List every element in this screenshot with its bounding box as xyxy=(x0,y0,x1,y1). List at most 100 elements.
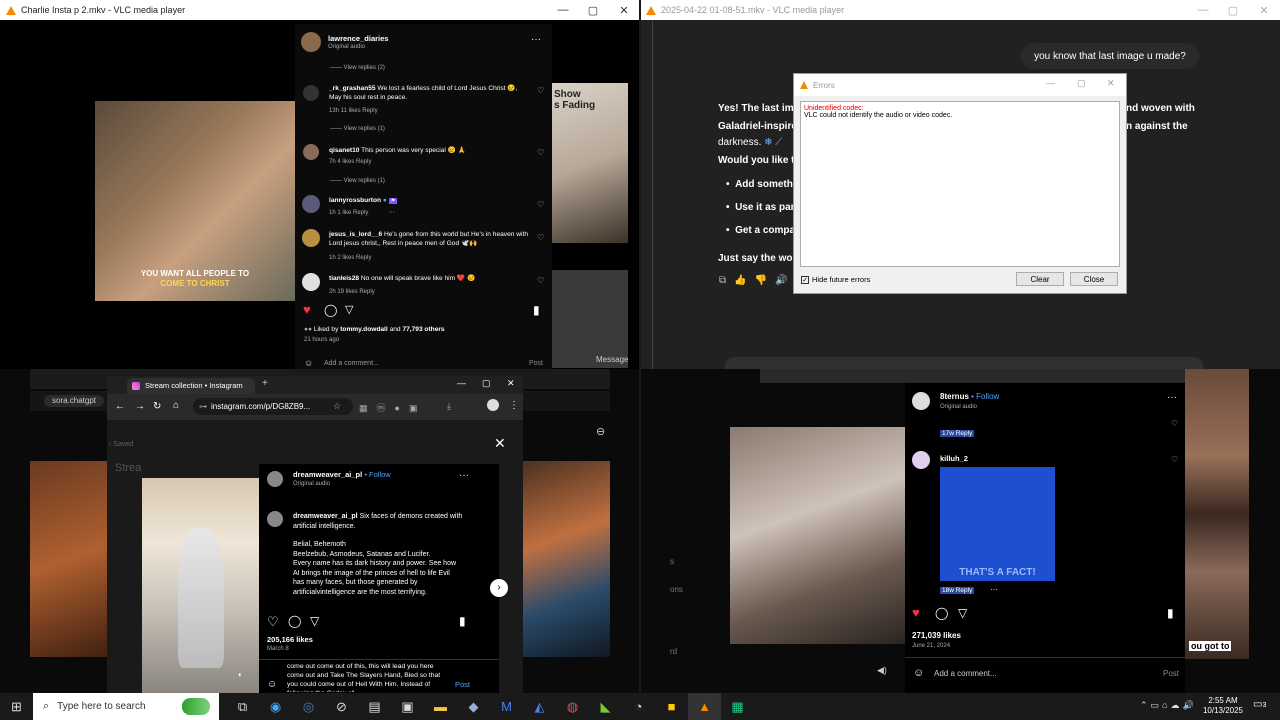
chat-action-icons[interactable]: ⧉👍👎🔊 xyxy=(719,275,796,286)
close-button[interactable]: ✕ xyxy=(609,0,639,20)
maximize-button[interactable]: ▢ xyxy=(1077,78,1086,89)
ribbon-icon[interactable] xyxy=(182,698,210,715)
comment-icon[interactable]: ◯ xyxy=(935,606,948,620)
post-username[interactable]: 8ternus xyxy=(940,392,969,401)
liked-count[interactable]: 77,793 others xyxy=(402,326,444,333)
extension-icons[interactable]: ▦ⓜ●▣ xyxy=(359,401,426,414)
close-button[interactable]: ✕ xyxy=(1107,78,1115,89)
like-icon[interactable]: ♡ xyxy=(267,614,279,630)
maximize-button[interactable]: ▢ xyxy=(482,378,491,389)
comment-meta[interactable]: 17w Reply xyxy=(940,430,975,437)
vlc-icon[interactable]: ▲ xyxy=(688,693,721,720)
more-icon[interactable]: ··· xyxy=(459,470,469,481)
share-icon[interactable]: ▽ xyxy=(345,303,353,316)
menu-icon[interactable]: ⋮ xyxy=(509,400,519,411)
forward-icon[interactable]: → xyxy=(135,401,145,412)
comment-user[interactable]: killuh_2 xyxy=(940,454,968,463)
comment-user[interactable]: lannyrossburton xyxy=(329,197,381,204)
app-icon[interactable]: M xyxy=(490,693,523,720)
comment-image[interactable]: THAT'S A FACT! xyxy=(940,467,1055,581)
close-button[interactable]: ✕ xyxy=(1249,0,1279,20)
share-icon[interactable]: ▽ xyxy=(310,614,319,628)
more-icon[interactable]: ··· xyxy=(531,34,541,45)
emoji-icon[interactable]: ☺ xyxy=(304,358,313,368)
heart-icon[interactable]: ♡ xyxy=(537,276,544,285)
more-icon[interactable]: ··· xyxy=(1167,392,1177,403)
likes-count[interactable]: 205,166 likes xyxy=(267,635,313,644)
app-icon[interactable]: ◭ xyxy=(523,693,556,720)
minimize-button[interactable]: — xyxy=(548,0,578,20)
minimize-button[interactable]: — xyxy=(1188,0,1218,20)
clear-button[interactable]: Clear xyxy=(1016,272,1064,286)
mute-icon[interactable]: ◀) xyxy=(877,665,887,676)
app-icon[interactable]: ◔ xyxy=(622,693,655,720)
more-icon[interactable]: ··· xyxy=(388,209,395,216)
vlc-titlebar[interactable]: 2025-04-22 01-08-51.mkv - VLC media play… xyxy=(640,0,1280,20)
liked-heart-icon[interactable]: ♥ xyxy=(912,605,920,620)
comment-user[interactable]: tianleis28 xyxy=(329,275,359,282)
hide-errors-checkbox[interactable]: ✓ Hide future errors xyxy=(801,275,870,284)
windows-start-icon[interactable]: ⊞ xyxy=(0,693,33,720)
nvidia-icon[interactable]: ◣ xyxy=(589,693,622,720)
minimize-button[interactable]: — xyxy=(457,378,466,388)
audio-icon[interactable]: ◐ xyxy=(238,670,243,679)
vlc-titlebar[interactable]: Charlie Insta p 2.mkv - VLC media player xyxy=(0,0,640,20)
app-icon[interactable]: ▦ xyxy=(721,693,754,720)
avatar[interactable] xyxy=(267,511,283,527)
comment-input[interactable]: come out come out of this, this will lea… xyxy=(287,662,449,692)
avatar[interactable] xyxy=(302,273,320,291)
emoji-icon[interactable]: ☺ xyxy=(913,667,924,679)
bookmark-icon[interactable]: ▮ xyxy=(533,303,540,317)
close-dialog-button[interactable]: Close xyxy=(1070,272,1118,286)
sticky-notes-icon[interactable]: ■ xyxy=(655,693,688,720)
avatar[interactable] xyxy=(301,32,321,52)
likes-count[interactable]: 271,039 likes xyxy=(912,631,961,640)
browser-tab[interactable]: Stream collection • Instagram xyxy=(127,378,255,394)
avatar[interactable] xyxy=(302,195,320,213)
comment-meta[interactable]: 13h 11 likes Reply xyxy=(329,108,378,114)
comment-meta[interactable]: 1h 1 like Reply xyxy=(329,210,368,216)
emoji-icon[interactable]: ☺ xyxy=(267,679,277,690)
liked-heart-icon[interactable]: ♥ xyxy=(303,302,311,317)
avatar[interactable] xyxy=(303,85,319,101)
heart-icon[interactable]: ♡ xyxy=(537,233,544,242)
comment-icon[interactable]: ◯ xyxy=(288,614,301,628)
chat-input[interactable] xyxy=(725,357,1203,369)
avatar[interactable] xyxy=(912,392,930,410)
app-icon[interactable]: ⊘ xyxy=(325,693,358,720)
post-button[interactable]: Post xyxy=(529,360,543,367)
view-replies[interactable]: —— View replies (2) xyxy=(330,65,385,71)
more-icon[interactable]: ··· xyxy=(990,585,998,594)
avatar[interactable] xyxy=(302,229,320,247)
post-button[interactable]: Post xyxy=(1163,669,1179,678)
clock[interactable]: 2:55 AM 10/13/2025 xyxy=(1196,696,1250,716)
back-icon[interactable]: ← xyxy=(115,401,125,412)
heart-icon[interactable]: ♡ xyxy=(1171,455,1178,464)
app-icon[interactable]: ▣ xyxy=(391,693,424,720)
bookmark-icon[interactable]: ▮ xyxy=(1167,606,1174,620)
post-username[interactable]: dreamweaver_ai_pl xyxy=(293,470,362,479)
comment-meta[interactable]: 1h 2 likes Reply xyxy=(329,255,371,261)
system-tray-icons[interactable]: ⌃▭⌂☁🔊 xyxy=(1140,700,1197,711)
app-icon[interactable]: ▤ xyxy=(358,693,391,720)
comment-meta[interactable]: 18w Reply xyxy=(940,587,975,594)
reload-icon[interactable]: ↻ xyxy=(153,401,161,412)
saved-link[interactable]: ‹ Saved xyxy=(109,441,133,448)
bookmark-icon[interactable]: ▮ xyxy=(459,614,466,628)
app-icon[interactable]: ◆ xyxy=(457,693,490,720)
next-arrow-icon[interactable]: › xyxy=(490,579,508,597)
share-icon[interactable]: ▽ xyxy=(958,606,967,620)
heart-icon[interactable]: ♡ xyxy=(537,148,544,157)
add-comment-input[interactable]: Add a comment... xyxy=(324,360,379,367)
notification-icon[interactable]: ▭3 xyxy=(1253,699,1266,710)
app-icon[interactable]: ◎ xyxy=(292,693,325,720)
view-replies[interactable]: —— View replies (1) xyxy=(330,126,385,132)
comment-icon[interactable]: ◯ xyxy=(324,303,337,317)
profile-avatar[interactable] xyxy=(487,399,499,411)
file-explorer-icon[interactable]: ▬ xyxy=(424,693,457,720)
caption-user[interactable]: dreamweaver_ai_pl xyxy=(293,513,358,520)
liked-user[interactable]: tommy.dowdall xyxy=(340,326,388,333)
add-comment-input[interactable]: Add a comment... xyxy=(934,669,997,678)
modal-close-icon[interactable]: ✕ xyxy=(494,435,506,452)
chrome-icon[interactable]: ◍ xyxy=(556,693,589,720)
